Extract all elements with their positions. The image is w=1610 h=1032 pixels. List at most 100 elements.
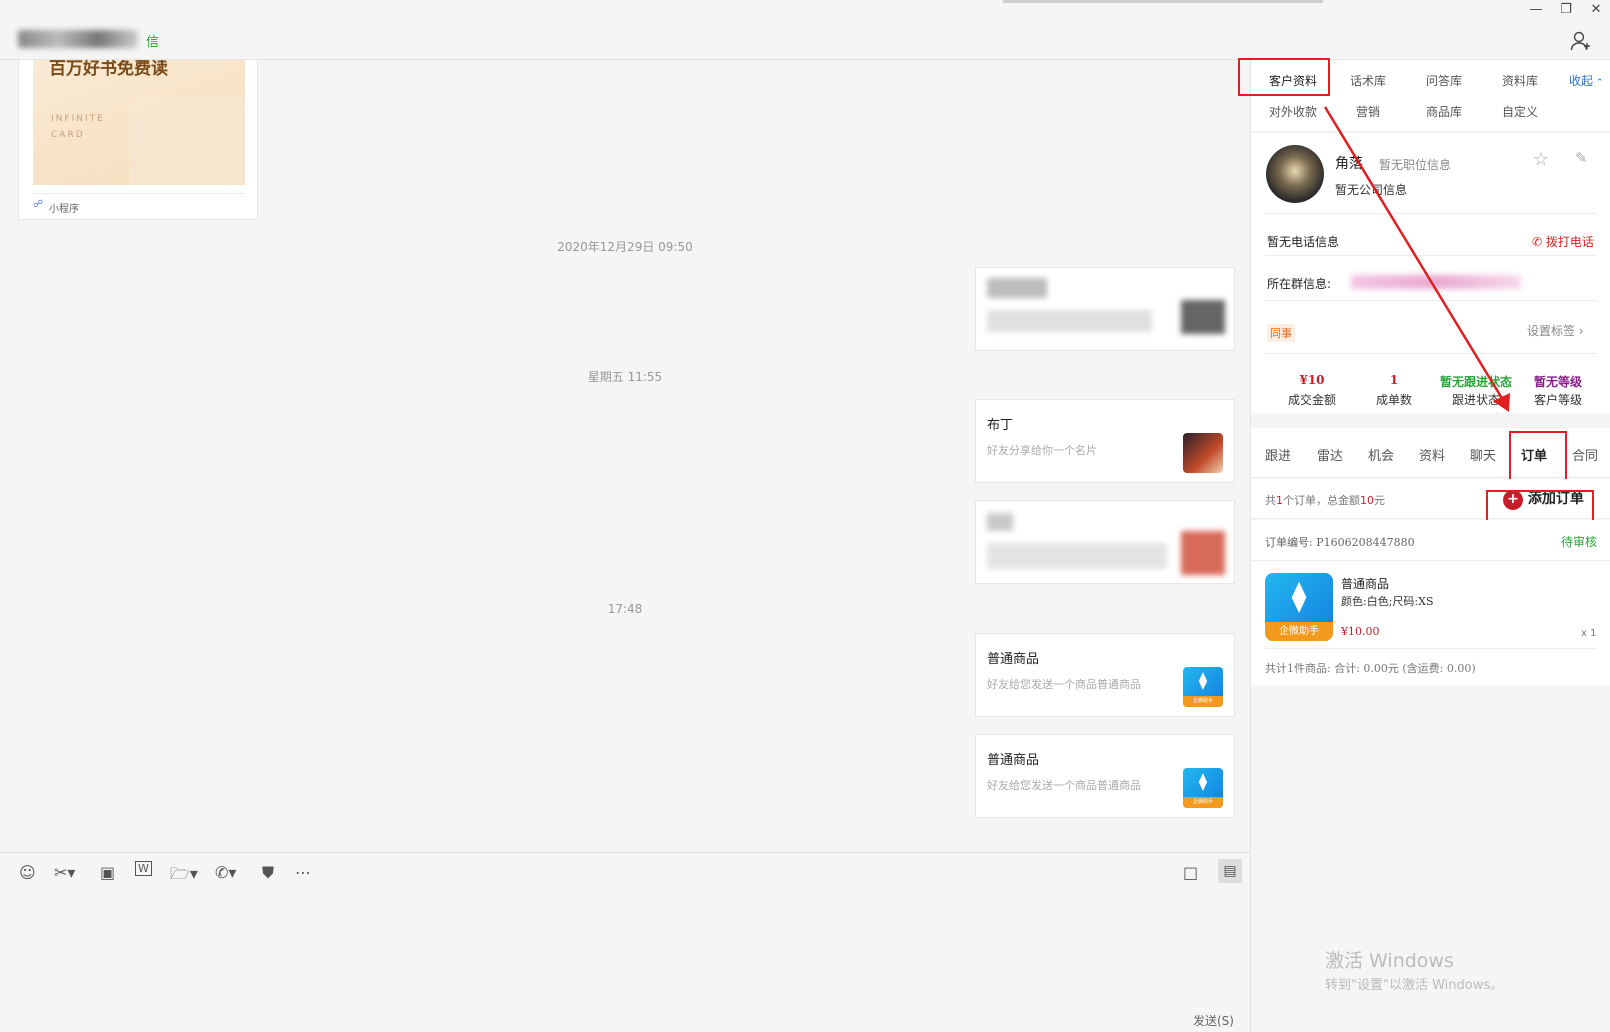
- more-icon[interactable]: ⋯: [295, 863, 311, 882]
- subtab-radar[interactable]: 雷达: [1317, 445, 1343, 464]
- app-logo-icon: ⧫: [1198, 772, 1208, 792]
- sidebar-toggle-icon[interactable]: ▤: [1218, 859, 1242, 883]
- tab-custom[interactable]: 自定义: [1502, 103, 1538, 120]
- call-button-label: 拨打电话: [1545, 235, 1594, 249]
- order-status: 待审核: [1561, 535, 1598, 549]
- mini-program-cover-card-shape: [129, 96, 245, 185]
- customer-info-card: 角落 暂无职位信息 暂无公司信息 ☆ ✎ 暂无电话信息 ✆ 拨打电话 所在群信息…: [1251, 133, 1610, 413]
- edit-icon[interactable]: ✎: [1575, 149, 1588, 167]
- chat-message-area[interactable]: 百万好书免费读 INFINITE CARD ☍ 小程序 2020年12月29日 …: [0, 60, 1250, 852]
- customer-name: 角落: [1335, 156, 1363, 172]
- divider: [1265, 255, 1597, 256]
- divider: [1265, 213, 1597, 214]
- chat-contact-name: [18, 30, 138, 48]
- avatar: [1266, 145, 1324, 203]
- word-doc-icon[interactable]: W: [135, 861, 152, 876]
- person-add-icon[interactable]: [1570, 30, 1592, 52]
- message-card-blurred[interactable]: [975, 500, 1235, 584]
- highlight-box-customer-info: [1238, 58, 1330, 96]
- timestamp: 17:48: [607, 602, 643, 616]
- order-total-summary: 共计1件商品: 合计: 0.00元 (含运费: 0.00): [1265, 662, 1476, 675]
- customer-sidebar: 客户资料 话术库 问答库 资料库 收起 ⌃ 对外收款 营销 商品库 自定义 角落…: [1238, 58, 1610, 1032]
- message-card-product[interactable]: 普通商品 好友给您发送一个商品普通商品 ⧫ 企微助手: [975, 633, 1235, 717]
- emoji-icon[interactable]: ☺: [19, 863, 36, 882]
- customer-position: 暂无职位信息: [1379, 158, 1452, 172]
- chat-history-icon[interactable]: □: [1183, 863, 1198, 882]
- order-product-spec: 颜色:白色;尺码:XS: [1341, 595, 1434, 608]
- app-logo-icon: ⧫: [1198, 671, 1208, 691]
- mini-program-icon: ☍: [33, 199, 44, 210]
- mini-program-divider: [33, 193, 245, 194]
- message-subtitle: 好友分享给你一个名片: [987, 444, 1097, 457]
- timestamp: 2020年12月29日 09:50: [557, 240, 693, 254]
- subtab-material[interactable]: 资料: [1419, 445, 1445, 464]
- group-info-value: [1351, 275, 1521, 289]
- group-info-label: 所在群信息:: [1267, 277, 1332, 291]
- message-title: 普通商品: [987, 652, 1040, 667]
- app-logo-icon: ⧫: [1291, 579, 1307, 614]
- mini-program-cover-title: 百万好书免费读: [49, 60, 168, 79]
- chevron-up-icon: ⌃: [1593, 78, 1604, 88]
- tab-product-library[interactable]: 商品库: [1426, 103, 1462, 120]
- windows-activation-title: 激活 Windows: [1325, 950, 1454, 972]
- message-card-blurred[interactable]: [975, 267, 1235, 351]
- stat-customer-level-value: 暂无等级: [1533, 375, 1582, 389]
- tab-marketing[interactable]: 营销: [1356, 103, 1380, 120]
- send-button[interactable]: 发送(S): [1193, 1012, 1234, 1029]
- star-icon[interactable]: ☆: [1533, 149, 1549, 170]
- stat-deal-amount-label: 成交金额: [1287, 393, 1336, 407]
- divider: [1265, 300, 1597, 301]
- windows-activation-subtitle: 转到"设置"以激活 Windows。: [1325, 978, 1504, 993]
- tab-qa-library[interactable]: 问答库: [1426, 72, 1462, 89]
- image-icon[interactable]: ▣: [100, 863, 115, 882]
- customer-company: 暂无公司信息: [1335, 183, 1408, 197]
- order-count: 1: [1276, 494, 1283, 507]
- message-card-product[interactable]: 普通商品 好友给您发送一个商品普通商品 ⧫ 企微助手: [975, 734, 1235, 818]
- subtab-follow[interactable]: 跟进: [1265, 445, 1291, 464]
- timestamp: 星期五 11:55: [587, 370, 663, 384]
- blurred-text: [987, 543, 1167, 569]
- order-summary: 共1个订单，总金额10元: [1265, 492, 1385, 508]
- stat-deal-amount-value: ¥10: [1299, 373, 1325, 387]
- phone-info: 暂无电话信息: [1267, 235, 1340, 249]
- customer-tag: 同事: [1267, 324, 1295, 342]
- subtab-opportunity[interactable]: 机会: [1368, 445, 1394, 464]
- phone-icon[interactable]: ✆▾: [215, 863, 236, 882]
- set-tag-label: 设置标签: [1527, 324, 1576, 338]
- stat-order-count-value: 1: [1389, 373, 1399, 387]
- highlight-box-order-tab: [1509, 431, 1567, 481]
- screenshot-scissors-icon[interactable]: ✂▾: [54, 863, 75, 882]
- mini-program-cover: 百万好书免费读 INFINITE CARD: [33, 60, 245, 185]
- chevron-right-icon: ›: [1575, 324, 1584, 338]
- order-card[interactable]: 订单编号: P1606208447880 待审核 ⧫ 企微助手 普通商品 颜色:…: [1251, 520, 1610, 685]
- tab-scripts[interactable]: 话术库: [1350, 72, 1386, 89]
- mini-program-card[interactable]: 百万好书免费读 INFINITE CARD ☍ 小程序: [18, 60, 258, 220]
- order-product-qty: x 1: [1581, 628, 1597, 639]
- subtab-chat[interactable]: 聊天: [1470, 445, 1496, 464]
- phone-icon: ✆: [1532, 235, 1546, 249]
- call-button[interactable]: ✆ 拨打电话: [1532, 233, 1594, 250]
- product-app-icon: ⧫ 企微助手: [1183, 667, 1223, 707]
- tab-material-library[interactable]: 资料库: [1502, 72, 1538, 89]
- input-toolbar: ☺ ✂▾ ▣ W 🗁▾ ✆▾ ⛊ ⋯ □ ▤: [0, 852, 1250, 892]
- order-product-name: 普通商品: [1341, 577, 1390, 591]
- message-card-namecard[interactable]: 布丁 好友分享给你一个名片: [975, 399, 1235, 483]
- tab-external-payment[interactable]: 对外收款: [1269, 103, 1317, 120]
- red-packet-icon[interactable]: ⛊: [262, 863, 274, 883]
- collapse-label: 收起: [1569, 74, 1594, 88]
- blurred-text: [987, 310, 1152, 332]
- stat-follow-status-value: 暂无跟进状态: [1439, 375, 1512, 389]
- order-summary-prefix: 共: [1265, 494, 1276, 507]
- divider: [1265, 648, 1597, 649]
- app-icon-band: 企微助手: [1265, 621, 1333, 641]
- close-button[interactable]: ✕: [1578, 0, 1610, 22]
- set-tag-button[interactable]: 设置标签 ›: [1527, 322, 1584, 339]
- blurred-title: [987, 278, 1047, 298]
- collapse-button[interactable]: 收起 ⌃: [1569, 72, 1603, 89]
- mini-program-cover-line2: CARD: [51, 130, 85, 140]
- app-name-suffix: 信: [146, 35, 160, 50]
- subtab-contract[interactable]: 合同: [1572, 445, 1598, 464]
- folder-icon[interactable]: 🗁▾: [170, 863, 198, 890]
- message-input[interactable]: 发送(S): [0, 892, 1250, 1032]
- app-icon-band: 企微助手: [1183, 695, 1223, 707]
